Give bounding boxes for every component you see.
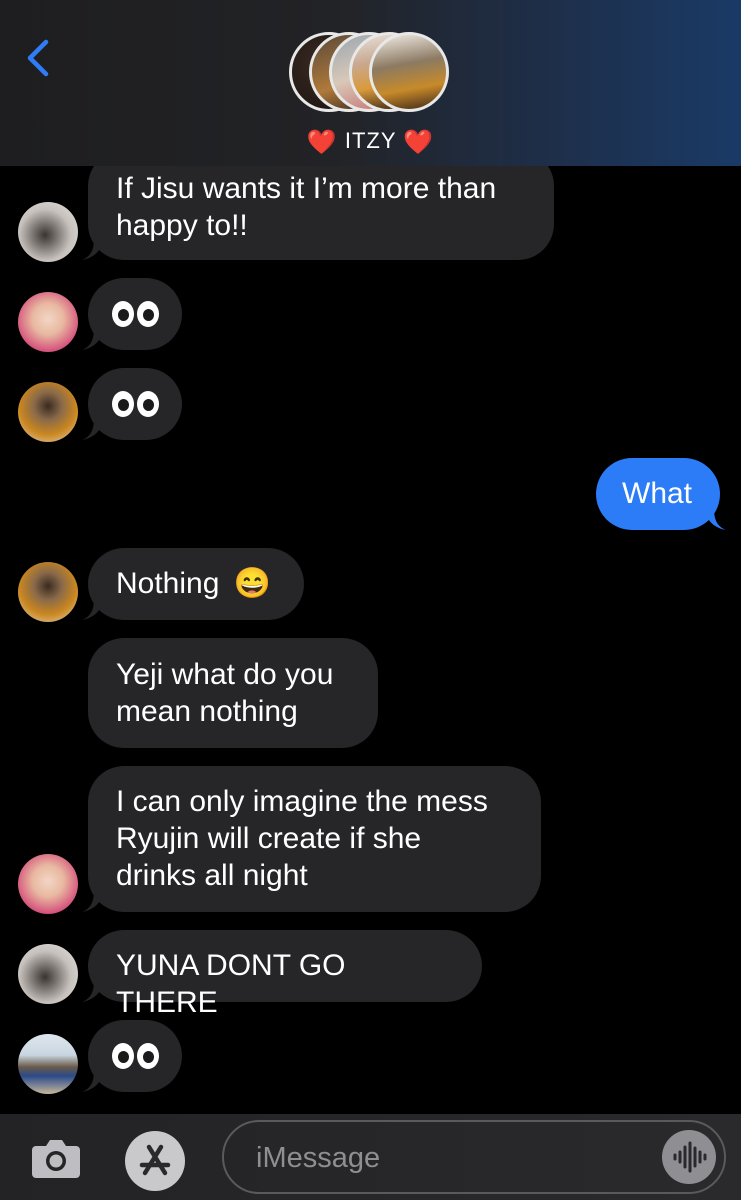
group-avatars[interactable] [289,32,454,116]
app-store-icon [139,1144,171,1176]
sender-avatar[interactable] [18,854,78,914]
audio-message-button[interactable] [662,1130,716,1184]
eyes-emoji [112,391,182,417]
chevron-left-icon [27,39,49,77]
message-bubble[interactable] [88,1020,182,1092]
message-bubble[interactable] [88,278,182,350]
heart-icon: ❤️ [403,129,435,156]
message-bubble[interactable]: Nothing 😄 [88,548,304,620]
message-list[interactable]: If Jisu wants it I’m more than happy to!… [0,166,741,1114]
audio-waveform-icon [673,1141,707,1173]
message-text: YUNA DONT GO THERE [116,949,346,1019]
sender-avatar[interactable] [18,292,78,352]
message-bubble[interactable]: If Jisu wants it I’m more than happy to!… [88,166,554,260]
message-text: mean nothing [116,695,298,728]
group-avatar [369,32,449,112]
app-store-button[interactable] [125,1131,185,1191]
group-name: ITZY [344,128,397,153]
message-bubble[interactable]: YUNA DONT GO THERE [88,930,482,1019]
eyes-emoji [112,1043,182,1069]
message-bubble[interactable]: I can only imagine the mess Ryujin will … [88,766,541,912]
back-button[interactable] [22,36,58,80]
message-text: Ryujin will create if she [116,822,422,855]
message-text: I can only imagine the mess [116,785,488,818]
sender-avatar[interactable] [18,382,78,442]
sender-avatar[interactable] [18,202,78,262]
message-input[interactable] [254,1122,658,1194]
eyes-emoji [112,301,182,327]
message-text: Yeji what do you [116,658,334,691]
message-text: drinks all night [116,859,308,892]
sender-avatar[interactable] [18,1034,78,1094]
message-text: happy to!! [116,209,248,242]
message-text: Nothing [116,567,220,600]
camera-icon [32,1140,80,1178]
message-field[interactable] [222,1120,726,1194]
sender-avatar[interactable] [18,562,78,622]
message-bubble-outgoing[interactable]: What [596,458,720,530]
group-title[interactable]: ❤️ ITZY ❤️ [0,128,741,157]
compose-bar [0,1114,741,1200]
conversation-header: ❤️ ITZY ❤️ [0,0,741,166]
camera-button[interactable] [30,1134,82,1182]
message-bubble[interactable] [88,368,182,440]
grinning-emoji: 😄 [233,567,272,600]
sender-avatar[interactable] [18,944,78,1004]
message-text: If Jisu wants it I’m more than [116,172,497,205]
heart-icon: ❤️ [306,129,338,156]
message-text: What [622,477,693,510]
message-bubble[interactable]: Yeji what do you mean nothing [88,638,378,748]
